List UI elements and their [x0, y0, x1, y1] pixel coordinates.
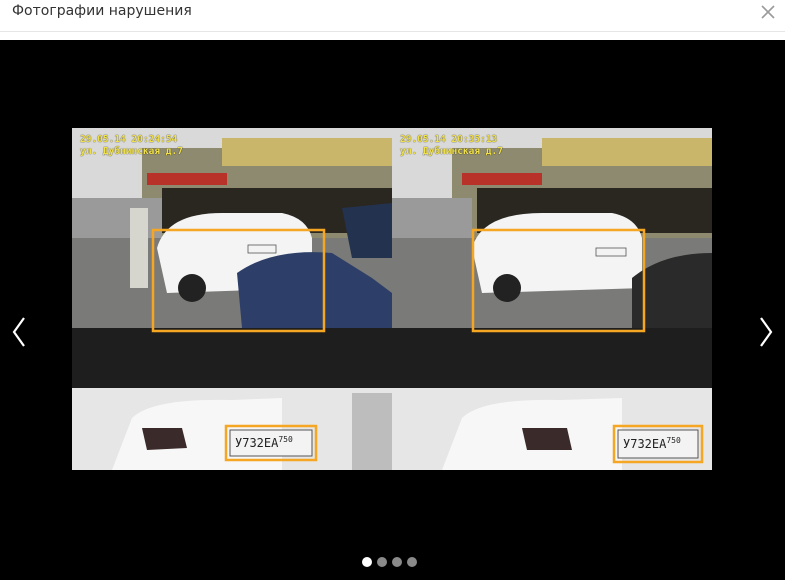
- pager-dot-2[interactable]: [377, 557, 387, 567]
- photo-date: 29.05.14: [80, 134, 126, 145]
- violation-photo-1: 29.05.14 20:24:54 ул. Дубнинская д.7 У73…: [72, 128, 392, 470]
- pager-dot-4[interactable]: [407, 557, 417, 567]
- photo-time: 20:35:13: [451, 134, 498, 145]
- plate-number: У732ЕА: [623, 437, 667, 451]
- chevron-left-icon[interactable]: [6, 310, 32, 354]
- photo-pager: [362, 557, 417, 567]
- photo-scene-2: [392, 128, 712, 470]
- photo-scene-1: [72, 128, 392, 470]
- plate-region: 750: [278, 435, 293, 444]
- plate-region: 750: [666, 436, 681, 445]
- chevron-right-icon[interactable]: [753, 310, 779, 354]
- dialog-title: Фотографии нарушения: [12, 3, 192, 19]
- pager-dot-3[interactable]: [392, 557, 402, 567]
- pager-dot-1[interactable]: [362, 557, 372, 567]
- close-icon[interactable]: [759, 3, 777, 21]
- plate-number: У732ЕА: [235, 436, 279, 450]
- photo-viewer: 29.05.14 20:24:54 ул. Дубнинская д.7 У73…: [0, 40, 785, 580]
- photo-time: 20:24:54: [131, 134, 178, 145]
- dialog-header: Фотографии нарушения: [0, 0, 785, 32]
- photo-street: ул. Дубнинская д.7: [400, 146, 503, 157]
- violation-photo-2: 29.05.14 20:35:13 ул. Дубнинская д.7 У73…: [392, 128, 712, 470]
- photo-street: ул. Дубнинская д.7: [80, 146, 183, 157]
- photo-date: 29.05.14: [400, 134, 446, 145]
